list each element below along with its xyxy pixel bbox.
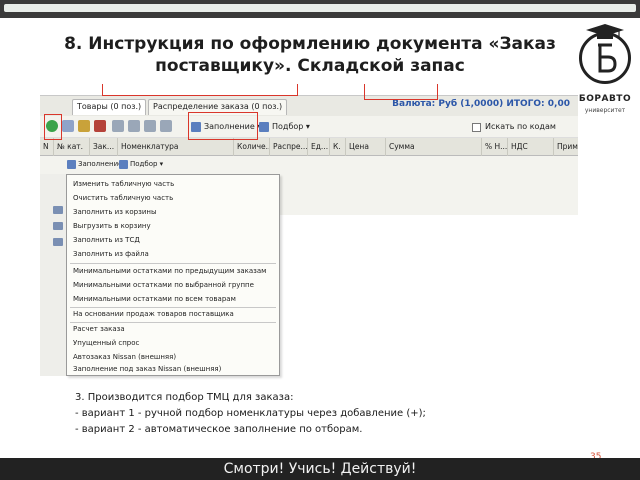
select-icon: [259, 122, 269, 132]
menu-item-fill-from-basket[interactable]: Заполнить из корзины: [73, 206, 273, 218]
menu-item-clear-table[interactable]: Очистить табличную часть: [73, 192, 273, 204]
col-nomenclature[interactable]: Номенклатура: [118, 138, 234, 156]
fill-dropdown-menu: Изменить табличную часть Очистить таблич…: [66, 174, 280, 376]
logo-b-icon: [598, 43, 617, 73]
sub-toolbar: Заполнение ▾ Подбор ▾: [40, 156, 280, 172]
menu-item-min-stock-all[interactable]: Минимальными остатками по всем товарам: [73, 293, 273, 305]
boravto-logo: БОРАВТО университет: [574, 22, 636, 126]
menu-item-nissan-autoorder[interactable]: Автозаказ Nissan (внешняя): [73, 351, 273, 363]
menu-item-change-table[interactable]: Изменить табличную часть: [73, 178, 273, 190]
tsd-icon: [53, 238, 63, 246]
menu-icon-column: [40, 174, 66, 376]
col-unit[interactable]: Ед...: [308, 138, 330, 156]
select-button[interactable]: Подбор ▾: [258, 119, 310, 135]
instruction-line1: 3. Производится подбор ТМЦ для заказа:: [75, 392, 294, 403]
menu-separator: [70, 263, 276, 264]
slide-title-line2: поставщику». Складской запас: [155, 56, 465, 76]
col-order[interactable]: Зак...: [90, 138, 118, 156]
tab-goods[interactable]: Товары (0 поз.): [72, 99, 147, 115]
menu-item-supplier-sales[interactable]: На основании продаж товаров поставщика: [73, 308, 273, 320]
copy-icon[interactable]: [62, 120, 74, 132]
instruction-line3: - вариант 2 - автоматическое заполнение …: [75, 424, 363, 435]
sub-select-button[interactable]: Подбор ▾: [118, 158, 163, 171]
col-n[interactable]: N: [40, 138, 54, 156]
col-note[interactable]: Прим: [554, 138, 578, 156]
search-by-supplier-code-checkbox[interactable]: [472, 123, 481, 132]
menu-item-order-calc[interactable]: Расчет заказа: [73, 323, 273, 335]
col-quantity[interactable]: Количе...: [234, 138, 270, 156]
edit-icon[interactable]: [78, 120, 90, 132]
menu-item-min-stock-group[interactable]: Минимальными остатками по выбранной груп…: [73, 279, 273, 291]
top-decor-inner: [4, 4, 636, 12]
col-price[interactable]: Цена: [346, 138, 386, 156]
menu-item-missed-demand[interactable]: Упущенный спрос: [73, 337, 273, 349]
sub-fill-label: Заполнение: [78, 160, 123, 168]
slide-title: 8. Инструкция по оформлению документа «З…: [30, 33, 590, 77]
highlight-add-button: [44, 114, 62, 140]
move-up-icon[interactable]: [112, 120, 124, 132]
sort-desc-icon[interactable]: [160, 120, 172, 132]
col-cat-number[interactable]: № кат.: [54, 138, 90, 156]
col-sum[interactable]: Сумма: [386, 138, 482, 156]
logo-name: БОРАВТО: [578, 94, 632, 104]
col-k[interactable]: К.: [330, 138, 346, 156]
menu-item-fill-from-file[interactable]: Заполнить из файла: [73, 248, 273, 260]
select-button-label: Подбор: [272, 122, 304, 131]
move-down-icon[interactable]: [128, 120, 140, 132]
sort-asc-icon[interactable]: [144, 120, 156, 132]
highlight-tab-area: [102, 84, 298, 96]
sub-select-icon: [119, 160, 128, 169]
footer-slogan: Смотри! Учись! Действуй!: [223, 461, 417, 477]
tab-bar: Товары (0 поз.) Распределение заказа (0 …: [40, 96, 578, 116]
instruction-line2: - вариант 1 - ручной подбор номенклатуры…: [75, 408, 426, 419]
graduation-cap-icon: [586, 24, 624, 39]
basket-export-icon: [53, 222, 63, 230]
logo-subtitle: университет: [584, 107, 626, 114]
delete-icon[interactable]: [94, 120, 106, 132]
instruction-text: 3. Производится подбор ТМЦ для заказа: -…: [75, 390, 426, 438]
top-decor-strip: [0, 0, 640, 18]
sub-fill-icon: [67, 160, 76, 169]
highlight-currency-area: [364, 84, 438, 100]
sub-select-label: Подбор: [130, 160, 158, 168]
slide-title-line1: 8. Инструкция по оформлению документа «З…: [64, 34, 556, 54]
basket-fill-icon: [53, 206, 63, 214]
menu-item-export-to-basket[interactable]: Выгрузить в корзину: [73, 220, 273, 232]
col-vat[interactable]: НДС: [508, 138, 554, 156]
col-distribution[interactable]: Распре...: [270, 138, 308, 156]
menu-item-nissan-fill[interactable]: Заполнение под заказ Nissan (внешняя): [73, 363, 273, 375]
menu-item-fill-from-tsd[interactable]: Заполнить из ТСД: [73, 234, 273, 246]
highlight-fill-button: [188, 112, 258, 140]
footer-bar: Смотри! Учись! Действуй!: [0, 458, 640, 480]
table-toolbar: Заполнение ▾ Подбор ▾ Искать по кодам по…: [40, 116, 578, 145]
col-vat-percent[interactable]: % Н...: [482, 138, 508, 156]
table-header: N № кат. Зак... Номенклатура Количе... Р…: [40, 138, 578, 156]
currency-summary: Валюта: Руб (1,0000) ИТОГО: 0,00: [392, 99, 570, 109]
menu-item-min-stock-previous[interactable]: Минимальными остатками по предыдущим зак…: [73, 265, 273, 277]
